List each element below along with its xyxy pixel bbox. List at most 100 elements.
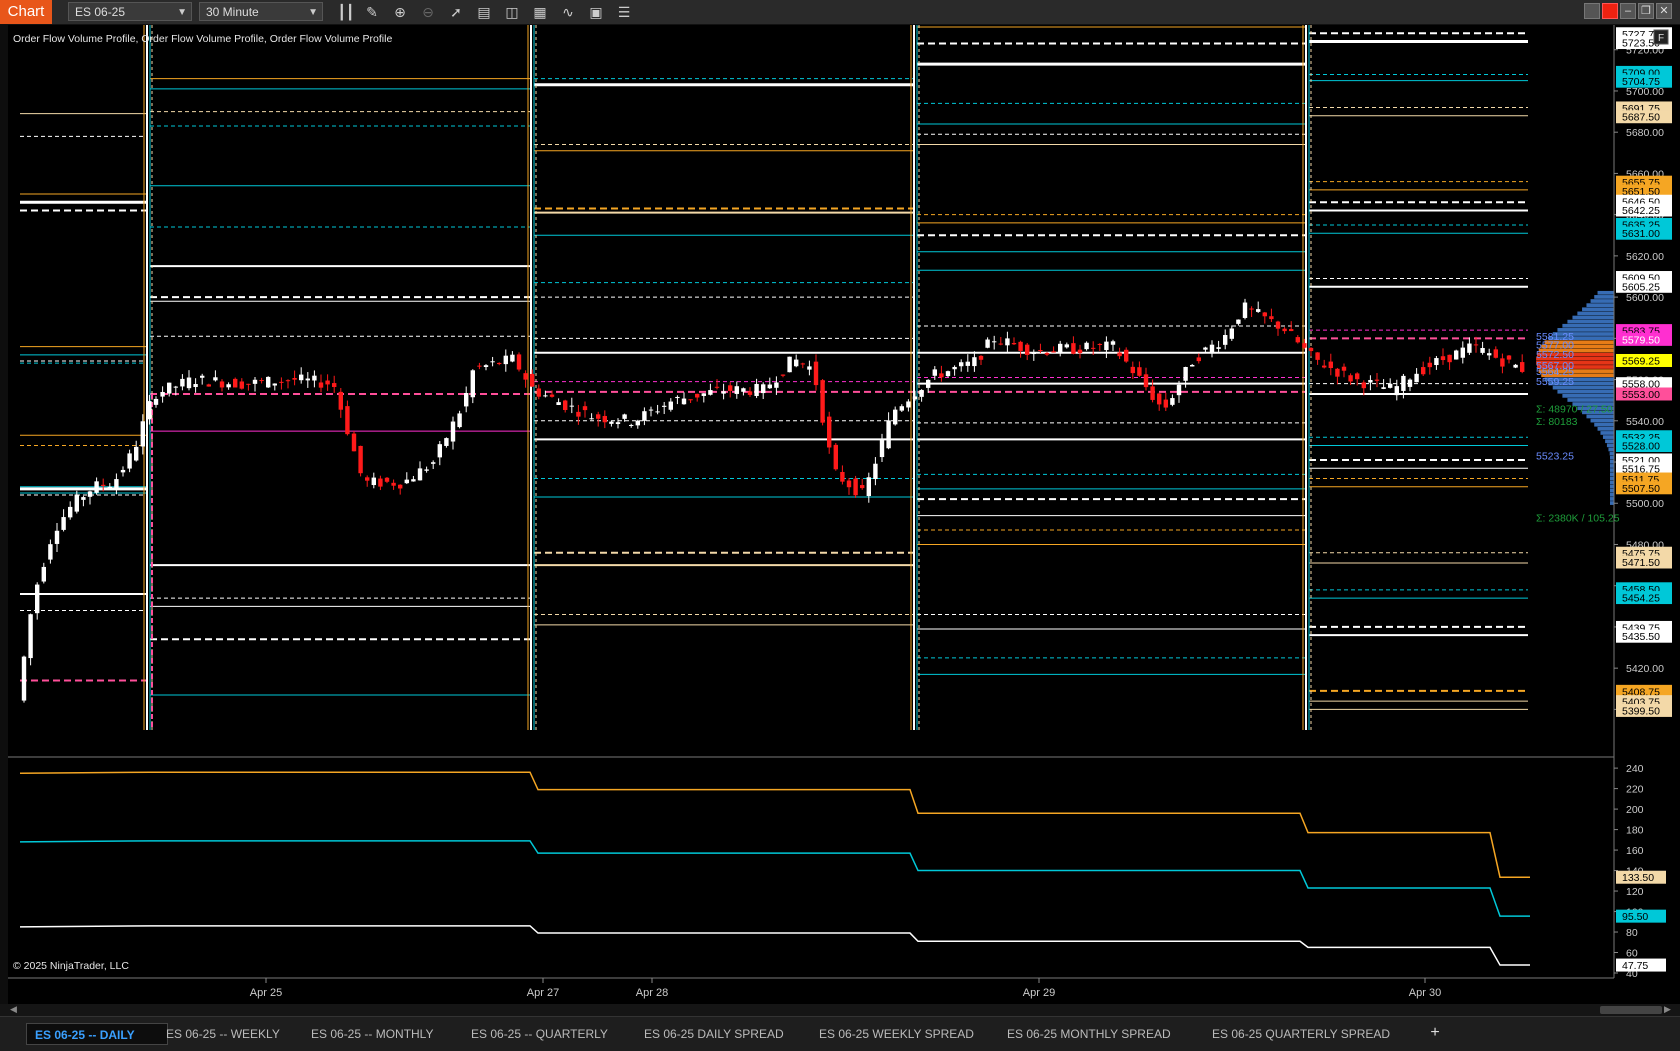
candle-body (615, 422, 621, 425)
candle-body (239, 381, 244, 389)
profile-bar (1594, 422, 1614, 427)
candle-body (794, 359, 799, 367)
chart-canvas[interactable]: 5581.255577.005572.505567.005564.255559.… (0, 25, 1680, 1004)
profile-bar (1610, 497, 1614, 501)
profile-bar (1562, 323, 1614, 328)
add-tab-button[interactable]: + (1424, 1021, 1446, 1045)
candle-body (820, 380, 825, 423)
candle-body (761, 384, 766, 394)
maximize-icon[interactable]: ❐ (1638, 3, 1654, 19)
candle-body (992, 341, 997, 343)
candle-body (48, 544, 53, 560)
indicator-series-line (19, 925, 1530, 966)
candle-body (629, 424, 634, 426)
candle-body (767, 384, 772, 389)
tab-daily-spread[interactable]: ES 06-25 DAILY SPREAD (636, 1023, 792, 1045)
candle-body (866, 477, 871, 497)
candle-body (1447, 354, 1452, 363)
candle-body (1427, 362, 1432, 368)
tab-quarterly[interactable]: ES 06-25 -- QUARTERLY (463, 1023, 616, 1045)
candle-body (450, 421, 456, 442)
candle-body (378, 478, 383, 487)
profile-bar (1586, 303, 1614, 308)
scroll-thumb[interactable] (1600, 1006, 1662, 1014)
zoom-in-icon[interactable]: ⊕ (390, 2, 410, 22)
candle-body (596, 414, 601, 419)
candle-body (609, 421, 614, 424)
indicators-icon[interactable]: ▦ (530, 2, 550, 22)
candle-body (1460, 347, 1465, 358)
candle-body (1064, 344, 1069, 348)
instrument-value: ES 06-25 (75, 5, 126, 19)
profile-bar (1597, 290, 1614, 295)
candle-body (266, 376, 271, 388)
candle-body (1381, 387, 1386, 389)
candle-body (81, 497, 86, 500)
restore-icon[interactable] (1584, 3, 1600, 19)
candle-body (840, 471, 845, 482)
candle-body (787, 356, 792, 373)
tab-weekly[interactable]: ES 06-25 -- WEEKLY (158, 1023, 288, 1045)
profile-bar (1610, 484, 1614, 489)
instrument-selector[interactable]: ES 06-25 ▼ (68, 2, 192, 21)
bar-style-icon[interactable]: ┃┃ (336, 2, 356, 22)
interval-selector[interactable]: 30 Minute ▼ (199, 2, 323, 21)
pointer-icon[interactable]: ➚ (446, 2, 466, 22)
strategies-icon[interactable]: ∿ (558, 2, 578, 22)
candle-body (272, 383, 277, 386)
close-icon[interactable]: ✕ (1656, 3, 1672, 19)
profile-label: Σ: 48970 / 27.50 (1536, 403, 1613, 415)
candle-body (351, 433, 357, 452)
properties-icon[interactable]: ◫ (502, 2, 522, 22)
tab-quarterly-spread[interactable]: ES 06-25 QUARTERLY SPREAD (1204, 1023, 1398, 1045)
candle-body (305, 378, 310, 381)
candle-body (1414, 373, 1419, 383)
candle-body (226, 384, 231, 388)
chart-trader-icon[interactable]: ▣ (586, 2, 606, 22)
candle-body (1216, 347, 1221, 349)
tab-daily[interactable]: ES 06-25 -- DAILY (26, 1023, 168, 1045)
indicator-title: Order Flow Volume Profile, Order Flow Vo… (13, 33, 392, 45)
candle-body (1401, 375, 1406, 391)
lower-tick-label: 160 (1626, 845, 1644, 857)
candle-body (41, 566, 46, 582)
candle-body (813, 361, 819, 386)
candle-body (1229, 328, 1234, 339)
profile-bar (1610, 476, 1614, 481)
more-icon[interactable]: ☰ (614, 2, 634, 22)
candle-body (635, 420, 640, 426)
price-marker-label: 5528.00 (1622, 441, 1660, 453)
scroll-right-icon[interactable]: ▶ (1664, 1004, 1671, 1015)
left-scrollbar[interactable] (0, 25, 8, 1004)
draw-tool-icon[interactable]: ✎ (362, 2, 382, 22)
candle-body (1190, 364, 1195, 367)
time-tick-label: Apr 25 (250, 987, 282, 999)
tab-monthly-spread[interactable]: ES 06-25 MONTHLY SPREAD (999, 1023, 1179, 1045)
candle-body (734, 386, 739, 394)
tab-monthly[interactable]: ES 06-25 -- MONTHLY (303, 1023, 441, 1045)
candle-body (510, 354, 515, 362)
candle-body (1091, 347, 1096, 349)
zoom-out-icon[interactable]: ⊖ (418, 2, 438, 22)
candle-body (411, 479, 416, 482)
red-close-icon[interactable] (1602, 3, 1618, 19)
candle-body (1506, 355, 1512, 360)
horizontal-scrollbar[interactable]: ◀ ▶ (0, 1004, 1680, 1016)
candle-body (1018, 341, 1023, 351)
candle-body (833, 444, 838, 470)
candle-body (668, 401, 673, 410)
data-box-icon[interactable]: ▤ (474, 2, 494, 22)
candle-body (906, 401, 911, 408)
candle-body (120, 469, 126, 473)
minimize-icon[interactable]: – (1620, 3, 1636, 19)
candle-body (464, 393, 469, 407)
candle-body (576, 411, 581, 417)
candle-body (1117, 352, 1122, 357)
profile-bar (1590, 418, 1614, 423)
copyright-label: © 2025 NinjaTrader, LLC (13, 960, 129, 972)
candle-body (1295, 337, 1300, 343)
scroll-left-icon[interactable]: ◀ (10, 1004, 17, 1015)
candle-body (35, 584, 40, 614)
candle-body (259, 380, 264, 382)
tab-weekly-spread[interactable]: ES 06-25 WEEKLY SPREAD (811, 1023, 982, 1045)
